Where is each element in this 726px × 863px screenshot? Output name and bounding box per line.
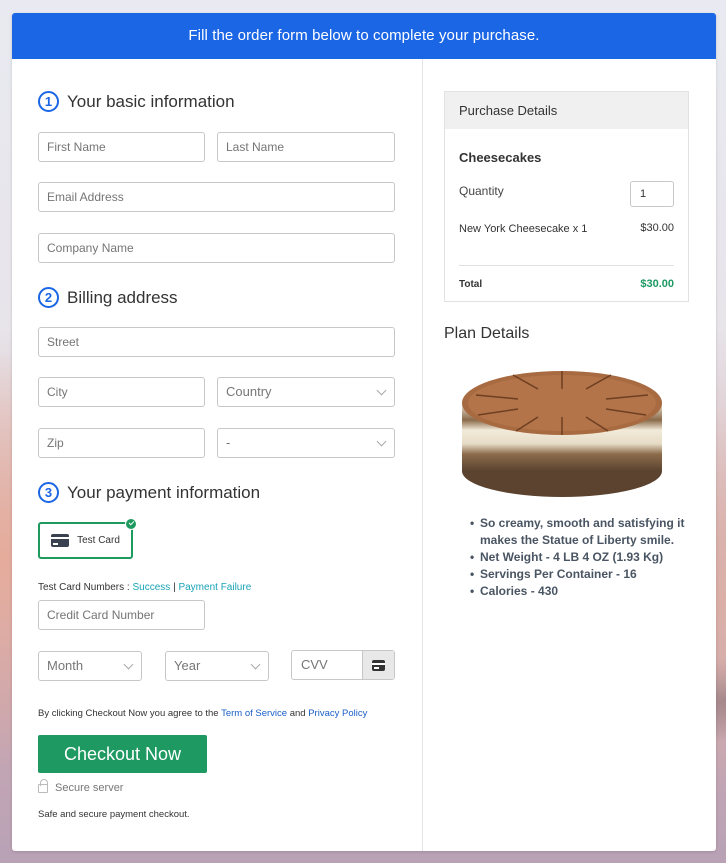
section-billing-title: 2 Billing address xyxy=(38,287,178,308)
credit-card-number-input[interactable] xyxy=(38,600,205,630)
state-select-value: - xyxy=(226,435,231,450)
chevron-down-icon xyxy=(376,385,387,396)
link-separator: | xyxy=(173,582,176,593)
form-column: 1 Your basic information 2 Billing addre… xyxy=(12,59,423,851)
credit-card-icon xyxy=(51,534,70,547)
terms-of-service-link[interactable]: Term of Service xyxy=(221,708,287,719)
agree-prefix-text: By clicking Checkout Now you agree to th… xyxy=(38,708,222,719)
cheesecake-image xyxy=(462,371,662,497)
safe-checkout-text: Safe and secure payment checkout. xyxy=(38,809,190,820)
section-title-text: Your payment information xyxy=(67,482,261,502)
country-select-value: Country xyxy=(226,384,272,399)
checkout-now-button[interactable]: Checkout Now xyxy=(38,735,207,773)
section-title-text: Billing address xyxy=(67,287,178,307)
plan-features-list: So creamy, smooth and satisfying it make… xyxy=(470,515,690,600)
credit-card-icon xyxy=(372,659,385,671)
header-banner: Fill the order form below to complete yo… xyxy=(12,13,716,59)
step-number-1-icon: 1 xyxy=(38,91,59,112)
plan-feature-item: So creamy, smooth and satisfying it make… xyxy=(470,515,690,549)
test-card-numbers: Test Card Numbers : Success | Payment Fa… xyxy=(38,582,251,593)
last-name-input[interactable] xyxy=(217,132,395,162)
email-input[interactable] xyxy=(38,182,395,212)
lock-icon xyxy=(38,779,48,793)
agree-and-text: and xyxy=(287,708,309,719)
plan-details-title: Plan Details xyxy=(444,325,530,342)
step-number-2-icon: 2 xyxy=(38,287,59,308)
check-circle-icon xyxy=(125,518,137,530)
terms-agreement: By clicking Checkout Now you agree to th… xyxy=(38,708,367,719)
first-name-input[interactable] xyxy=(38,132,205,162)
purchase-details-title: Purchase Details xyxy=(445,92,688,129)
product-group-name: Cheesecakes xyxy=(459,150,542,165)
chevron-down-icon xyxy=(123,659,134,670)
payment-failure-link[interactable]: Payment Failure xyxy=(178,582,251,593)
zip-input[interactable] xyxy=(38,428,205,458)
plan-feature-item: Servings Per Container - 16 xyxy=(470,566,690,583)
expiry-month-select[interactable]: Month xyxy=(38,651,142,681)
company-input[interactable] xyxy=(38,233,395,263)
summary-column: Purchase Details Cheesecakes Quantity Ne… xyxy=(424,59,716,851)
test-card-label: Test Card xyxy=(77,535,120,546)
step-number-3-icon: 3 xyxy=(38,482,59,503)
month-select-value: Month xyxy=(47,658,84,673)
quantity-input[interactable] xyxy=(630,181,674,207)
plan-feature-item: Calories - 430 xyxy=(470,583,690,600)
quantity-label: Quantity xyxy=(459,184,504,198)
cvv-field xyxy=(291,650,395,680)
expiry-year-select[interactable]: Year xyxy=(165,651,269,681)
cvv-addon xyxy=(362,651,394,679)
order-form-card: Fill the order form below to complete yo… xyxy=(12,13,716,851)
chevron-down-icon xyxy=(250,659,261,670)
section-title-text: Your basic information xyxy=(67,91,235,111)
chevron-down-icon xyxy=(376,436,387,447)
city-input[interactable] xyxy=(38,377,205,407)
section-basic-info-title: 1 Your basic information xyxy=(38,91,235,112)
total-label: Total xyxy=(459,279,483,290)
privacy-policy-link[interactable]: Privacy Policy xyxy=(308,708,367,719)
plan-feature-item: Net Weight - 4 LB 4 OZ (1.93 Kg) xyxy=(470,549,690,566)
test-card-numbers-label: Test Card Numbers : xyxy=(38,582,133,593)
cvv-input[interactable] xyxy=(292,651,362,678)
country-select[interactable]: Country xyxy=(217,377,395,407)
street-input[interactable] xyxy=(38,327,395,357)
purchase-details-box: Purchase Details Cheesecakes Quantity Ne… xyxy=(444,91,689,302)
line-item-price: $30.00 xyxy=(640,222,674,234)
success-link[interactable]: Success xyxy=(132,582,170,593)
secure-server-label: Secure server xyxy=(55,782,124,794)
test-card-method-button[interactable]: Test Card xyxy=(38,518,137,559)
line-item-name: New York Cheesecake x 1 xyxy=(459,223,588,235)
year-select-value: Year xyxy=(174,658,201,673)
section-payment-title: 3 Your payment information xyxy=(38,482,260,503)
state-select[interactable]: - xyxy=(217,428,395,458)
divider xyxy=(459,265,674,266)
total-value: $30.00 xyxy=(640,278,674,290)
